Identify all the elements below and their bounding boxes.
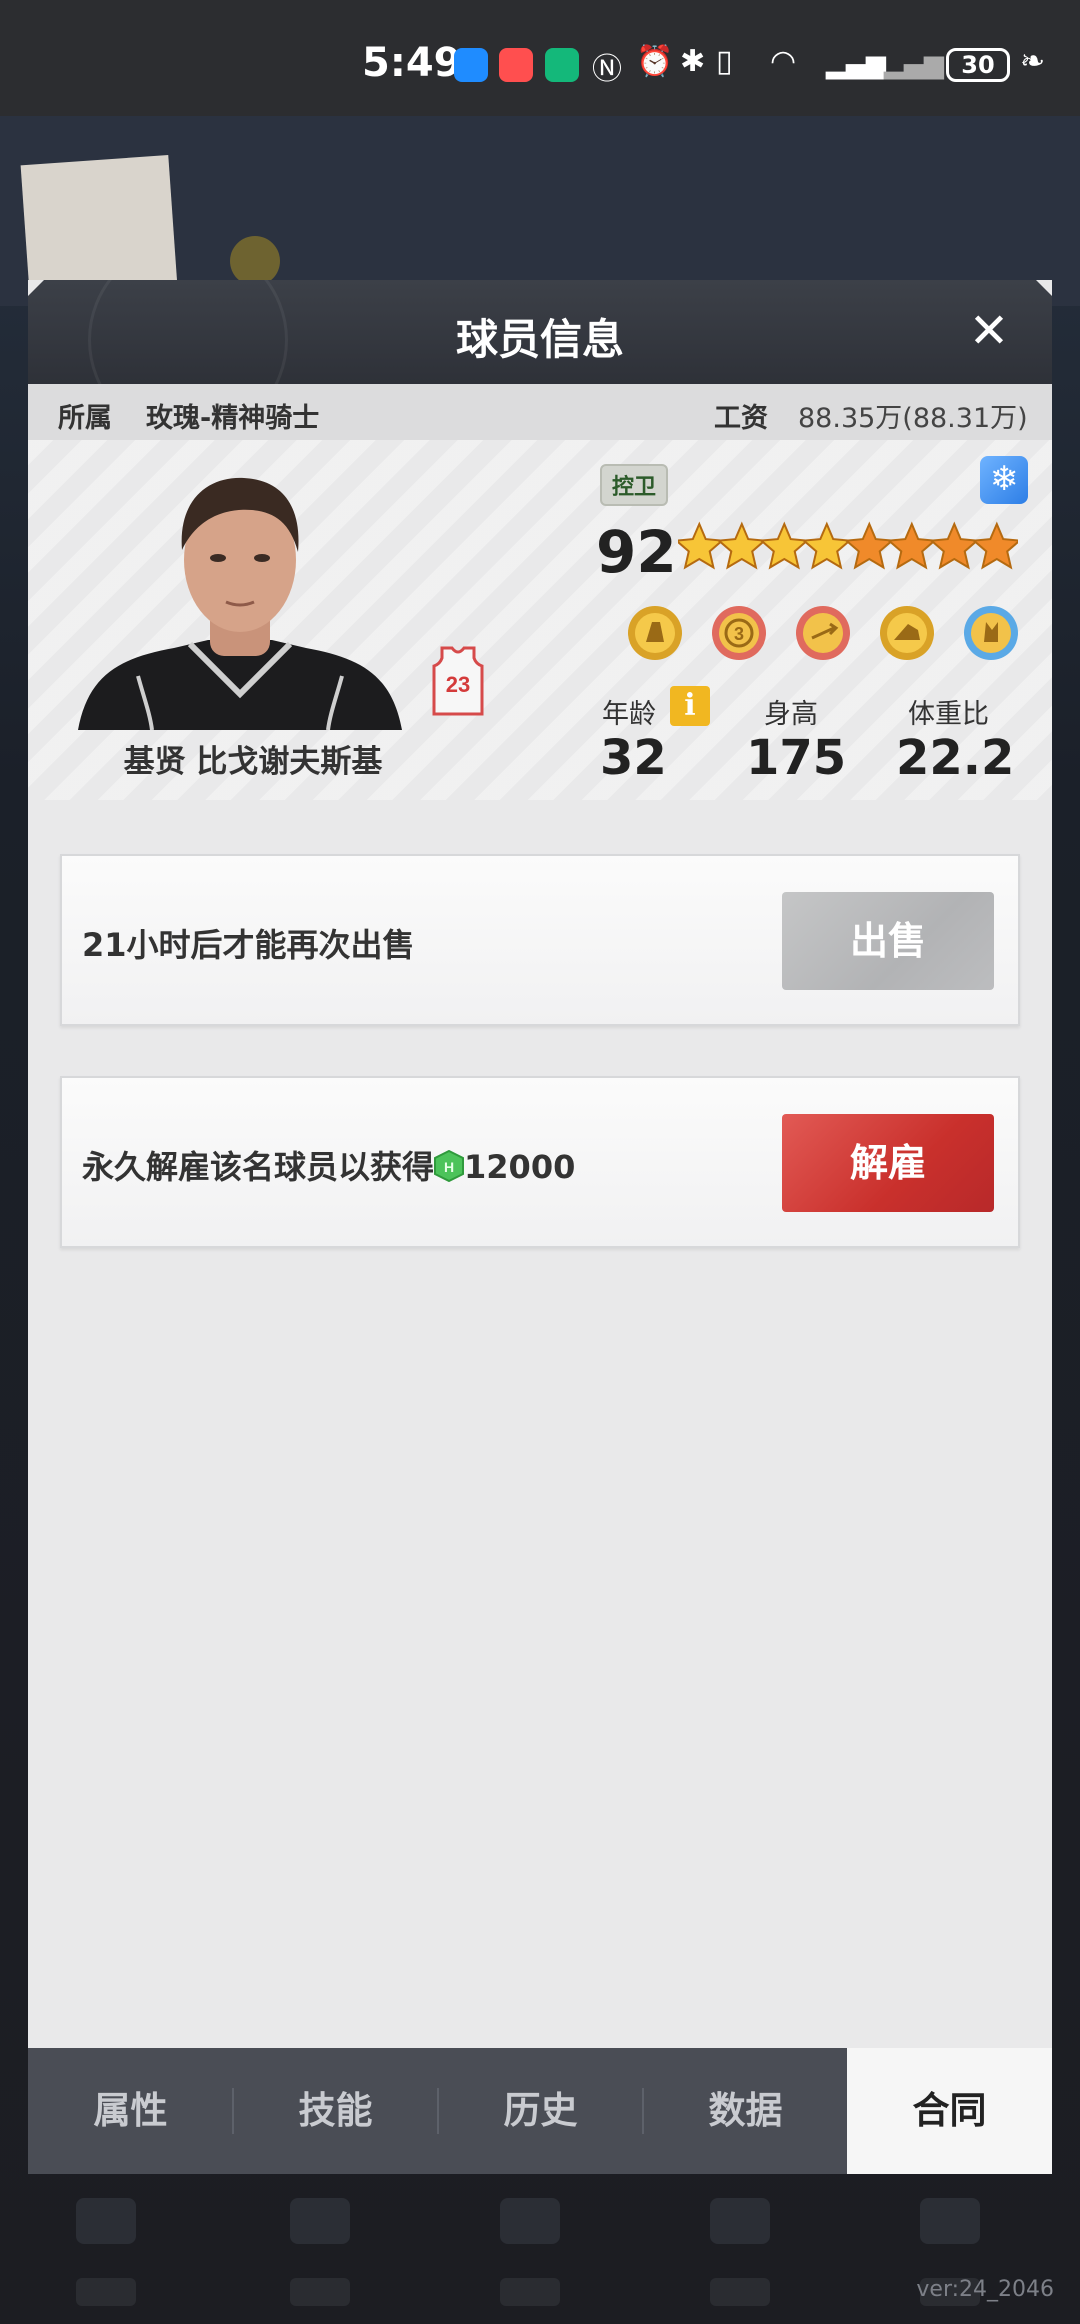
hex-coin-icon: H — [434, 1150, 465, 1182]
star-gold-icon — [801, 521, 853, 570]
background-bottom-nav — [0, 2178, 1080, 2324]
badge-defense-icon[interactable] — [626, 604, 684, 662]
taobao-app-icon — [499, 48, 533, 82]
close-icon[interactable]: ✕ — [966, 307, 1012, 355]
team-salary-bar: 所属 玫瑰-精神骑士 工资 88.35万(88.31万) — [28, 384, 1052, 440]
star-gold-icon — [758, 521, 810, 570]
badge-shoe-icon[interactable] — [878, 604, 936, 662]
star-gold-icon — [716, 521, 768, 570]
nfc-icon: Ⓝ — [592, 52, 622, 87]
star-rating — [678, 521, 1018, 570]
sell-cooldown-text: 21小时后才能再次出售 — [82, 926, 415, 964]
player-name: 基贤 比戈谢夫斯基 — [123, 744, 383, 780]
age-info-icon[interactable]: i — [670, 686, 710, 726]
alarm-icon: ⏰ — [636, 44, 674, 79]
star-orange-icon — [928, 521, 980, 570]
badge-rebound-icon[interactable] — [962, 604, 1020, 662]
release-amount: 12000 — [464, 1148, 576, 1186]
player-summary: 23 基贤 比戈谢夫斯基 控卫 ❄ 92 3 年龄 i 32 身高 175 体重… — [28, 440, 1052, 800]
robot-app-icon — [545, 48, 579, 82]
team-value: 玫瑰-精神骑士 — [146, 403, 320, 434]
team-label: 所属 — [58, 403, 112, 434]
battery-indicator: 30 — [946, 48, 1010, 82]
release-description: 永久解雇该名球员以获得 — [82, 1148, 435, 1186]
star-orange-icon — [843, 521, 895, 570]
player-info-dialog: 球员信息 ✕ 所属 玫瑰-精神骑士 工资 88.35万(88.31万) 23 基… — [28, 280, 1052, 2174]
release-text: 永久解雇该名球员以获得 H 12000 — [82, 1142, 575, 1188]
badges-row: 3 — [596, 604, 1036, 668]
background-header — [0, 116, 1080, 325]
vibrate-icon: ▯ — [716, 44, 733, 79]
tab-attributes[interactable]: 属性 — [28, 2048, 233, 2174]
tab-skills[interactable]: 技能 — [233, 2048, 438, 2174]
svg-text:3: 3 — [734, 624, 744, 644]
jersey-number: 23 — [446, 672, 470, 697]
weight-ratio-value: 22.2 — [896, 730, 1015, 786]
tab-history[interactable]: 历史 — [438, 2048, 643, 2174]
sell-button[interactable]: 出售 — [782, 892, 994, 990]
status-time: 5:49 — [362, 40, 462, 86]
release-card: 永久解雇该名球员以获得 H 12000 解雇 — [60, 1076, 1020, 1248]
badge-pass-icon[interactable] — [794, 604, 852, 662]
star-orange-icon — [886, 521, 938, 570]
tab-data[interactable]: 数据 — [643, 2048, 848, 2174]
bluetooth-icon: ✱ — [680, 44, 706, 79]
star-orange-icon — [971, 521, 1018, 570]
svg-text:H: H — [444, 1159, 454, 1175]
leaf-icon: ❧ — [1020, 44, 1046, 79]
weight-ratio-label: 体重比 — [908, 699, 989, 730]
salary-value: 88.35万(88.31万) — [798, 403, 1028, 434]
snowflake-icon[interactable]: ❄ — [980, 456, 1028, 504]
wifi-icon: ◠ — [770, 44, 797, 79]
release-button[interactable]: 解雇 — [782, 1114, 994, 1212]
salary-label: 工资 — [714, 403, 768, 434]
dialog-header: 球员信息 ✕ — [28, 280, 1052, 384]
tab-bar: 属性 技能 历史 数据 合同 — [28, 2048, 1052, 2174]
tab-contract[interactable]: 合同 — [847, 2048, 1052, 2174]
chat-app-icon — [454, 48, 488, 82]
sell-card: 21小时后才能再次出售 出售 — [60, 854, 1020, 1026]
dialog-title: 球员信息 — [455, 315, 624, 364]
height-label: 身高 — [764, 699, 818, 730]
version-label: ver:24_2046 — [916, 2277, 1054, 2302]
position-badge: 控卫 — [600, 464, 669, 506]
jersey-icon: 23 — [432, 646, 484, 716]
badge-three-point-icon[interactable]: 3 — [710, 604, 768, 662]
coin-icon — [230, 236, 280, 286]
player-portrait — [78, 477, 402, 730]
5g-signal-icon: ▂▄▆ — [826, 50, 886, 80]
age-label: 年龄 — [602, 699, 656, 730]
height-value: 175 — [746, 730, 847, 786]
status-bar: 5:49 Ⓝ ⏰ ✱ ▯ ◠ ▂▄▆ ▂▄▆ 30 ❧ — [0, 0, 1080, 116]
player-rating: 92 — [596, 518, 677, 586]
no-signal-icon: ▂▄▆ — [884, 50, 944, 80]
age-value: 32 — [600, 730, 667, 786]
star-gold-icon — [678, 521, 725, 570]
